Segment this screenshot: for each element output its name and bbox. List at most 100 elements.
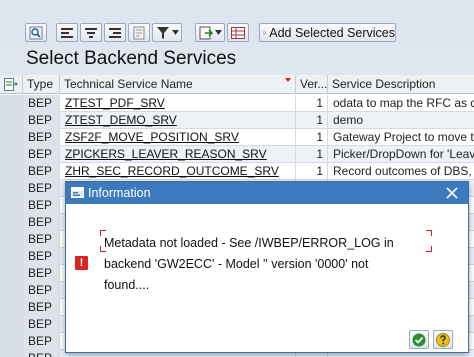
cell-technical-service-name[interactable]: ZTEST_PDF_SRV bbox=[60, 95, 296, 112]
cell-technical-service-name[interactable]: ZPICKERS_LEAVER_REASON_SRV bbox=[60, 146, 296, 163]
details-icon bbox=[133, 26, 145, 39]
cell-type[interactable]: BEP bbox=[23, 248, 60, 265]
cell-type[interactable]: BEP bbox=[23, 180, 60, 197]
layout-icon bbox=[231, 26, 245, 39]
cell-type[interactable]: BEP bbox=[23, 282, 60, 299]
dialog-body: ! Metadata not loaded - See /IWBEP/ERROR… bbox=[66, 204, 468, 352]
cell-version[interactable]: 1 bbox=[296, 146, 328, 163]
row-selector[interactable] bbox=[0, 214, 23, 231]
table-header: Type Technical Service Name Ver... Servi… bbox=[0, 75, 474, 94]
row-selector[interactable] bbox=[0, 129, 23, 146]
table-row[interactable]: BEP ZPICKERS_LEAVER_REASON_SRV 1 Picker/Dro… bbox=[0, 146, 474, 163]
layout-button[interactable] bbox=[227, 23, 249, 42]
export-dropdown-icon bbox=[214, 30, 222, 35]
details-button[interactable] bbox=[128, 23, 150, 42]
align-center-button[interactable] bbox=[80, 23, 102, 42]
table-row[interactable]: BEP ZTEST_PDF_SRV 1 odata to map the RFC as… bbox=[0, 95, 474, 112]
column-header-technical-service-name-label: Technical Service Name bbox=[64, 77, 193, 91]
cell-type[interactable]: BEP bbox=[23, 214, 60, 231]
close-icon[interactable] bbox=[444, 185, 460, 201]
row-selector[interactable] bbox=[0, 248, 23, 265]
cell-version[interactable]: 1 bbox=[296, 95, 328, 112]
help-icon bbox=[436, 332, 450, 347]
application-toolbar: Add Selected Services bbox=[0, 0, 474, 44]
cell-type[interactable]: BEP bbox=[23, 231, 60, 248]
row-selector[interactable] bbox=[0, 265, 23, 282]
cell-type[interactable]: BEP bbox=[23, 265, 60, 282]
row-selector[interactable] bbox=[0, 231, 23, 248]
cell-technical-service-name[interactable]: ZSF2F_MOVE_POSITION_SRV bbox=[60, 129, 296, 146]
row-selector[interactable] bbox=[0, 282, 23, 299]
export-button[interactable] bbox=[195, 23, 225, 42]
cell-service-description[interactable]: Gateway Project to move th bbox=[328, 129, 474, 146]
column-header-type[interactable]: Type bbox=[23, 75, 60, 94]
row-selector[interactable] bbox=[0, 163, 23, 180]
continue-button[interactable] bbox=[409, 330, 429, 349]
help-button[interactable] bbox=[433, 330, 453, 349]
error-message: Metadata not loaded - See /IWBEP/ERROR_L… bbox=[104, 233, 434, 296]
cell-technical-service-name-link[interactable]: ZTEST_DEMO_SRV bbox=[65, 113, 177, 127]
cell-service-description[interactable]: demo bbox=[328, 112, 474, 129]
filter-button[interactable] bbox=[152, 23, 182, 42]
cell-version[interactable]: 1 bbox=[296, 112, 328, 129]
sort-descending-icon bbox=[285, 78, 291, 82]
row-selector[interactable] bbox=[0, 333, 23, 350]
cell-technical-service-name[interactable]: ZTEST_DEMO_SRV bbox=[60, 112, 296, 129]
cell-technical-service-name-link[interactable]: ZPICKERS_LEAVER_REASON_SRV bbox=[65, 147, 267, 161]
align-left-button[interactable] bbox=[56, 23, 78, 42]
table-row[interactable]: BEP ZHR_SEC_RECORD_OUTCOME_SRV 1 Record out… bbox=[0, 163, 474, 180]
cell-type[interactable]: BEP bbox=[23, 95, 60, 112]
cell-type[interactable]: BEP bbox=[23, 350, 60, 357]
cell-type[interactable]: BEP bbox=[23, 299, 60, 316]
row-selector[interactable] bbox=[0, 112, 23, 129]
add-selected-services-button[interactable]: Add Selected Services bbox=[259, 23, 396, 42]
row-selector[interactable] bbox=[0, 316, 23, 333]
column-settings-button[interactable] bbox=[0, 75, 23, 94]
cell-service-description[interactable]: Picker/DropDown for 'Leave bbox=[328, 146, 474, 163]
cell-type[interactable]: BEP bbox=[23, 197, 60, 214]
align-right-button[interactable] bbox=[104, 23, 126, 42]
column-header-service-description[interactable]: Service Description bbox=[328, 75, 474, 94]
table-row[interactable]: BEP ZTEST_DEMO_SRV 1 demo bbox=[0, 112, 474, 129]
filter-dropdown-icon bbox=[171, 30, 179, 35]
cell-service-description[interactable]: odata to map the RFC as da bbox=[328, 95, 474, 112]
dialog-title-bar[interactable]: Information bbox=[66, 182, 468, 204]
find-icon bbox=[29, 26, 43, 39]
cell-technical-service-name-link[interactable]: ZTEST_PDF_SRV bbox=[65, 96, 165, 110]
cell-technical-service-name[interactable]: ZHR_SEC_RECORD_OUTCOME_SRV bbox=[60, 163, 296, 180]
cell-type[interactable]: BEP bbox=[23, 333, 60, 350]
information-dialog: Information ! Metadata not loaded - See … bbox=[65, 181, 469, 353]
cell-type[interactable]: BEP bbox=[23, 129, 60, 146]
information-window-icon bbox=[71, 187, 84, 198]
filter-icon bbox=[156, 26, 169, 39]
cell-technical-service-name-link[interactable]: ZHR_SEC_RECORD_OUTCOME_SRV bbox=[65, 164, 279, 178]
align-center-icon bbox=[85, 27, 97, 38]
error-icon: ! bbox=[75, 256, 88, 270]
checkmark-icon bbox=[412, 333, 426, 346]
cell-version[interactable]: 1 bbox=[296, 163, 328, 180]
page-title: Select Backend Services bbox=[26, 48, 237, 69]
find-button[interactable] bbox=[25, 23, 47, 42]
column-settings-icon bbox=[4, 78, 18, 91]
cell-service-description[interactable]: Record outcomes of DBS, P bbox=[328, 163, 474, 180]
cell-type[interactable]: BEP bbox=[23, 163, 60, 180]
cell-version[interactable]: 1 bbox=[296, 129, 328, 146]
column-header-version[interactable]: Ver... bbox=[296, 75, 328, 94]
row-selector[interactable] bbox=[0, 95, 23, 112]
row-selector[interactable] bbox=[0, 146, 23, 163]
row-selector[interactable] bbox=[0, 299, 23, 316]
cell-type[interactable]: BEP bbox=[23, 112, 60, 129]
add-selected-icon bbox=[263, 30, 266, 35]
row-selector[interactable] bbox=[0, 197, 23, 214]
cell-type[interactable]: BEP bbox=[23, 316, 60, 333]
cell-type[interactable]: BEP bbox=[23, 146, 60, 163]
error-message-line-1: Metadata not loaded - See /IWBEP/ERROR_L… bbox=[104, 236, 394, 250]
table-row[interactable]: BEP ZSF2F_MOVE_POSITION_SRV 1 Gateway Proje… bbox=[0, 129, 474, 146]
error-message-line-2: backend 'GW2ECC' - Model '' version '000… bbox=[104, 257, 369, 271]
align-left-icon bbox=[61, 27, 73, 38]
row-selector[interactable] bbox=[0, 180, 23, 197]
cell-technical-service-name-link[interactable]: ZSF2F_MOVE_POSITION_SRV bbox=[65, 130, 239, 144]
dialog-title: Information bbox=[88, 186, 151, 200]
row-selector[interactable] bbox=[0, 350, 23, 357]
column-header-technical-service-name[interactable]: Technical Service Name bbox=[60, 75, 296, 94]
